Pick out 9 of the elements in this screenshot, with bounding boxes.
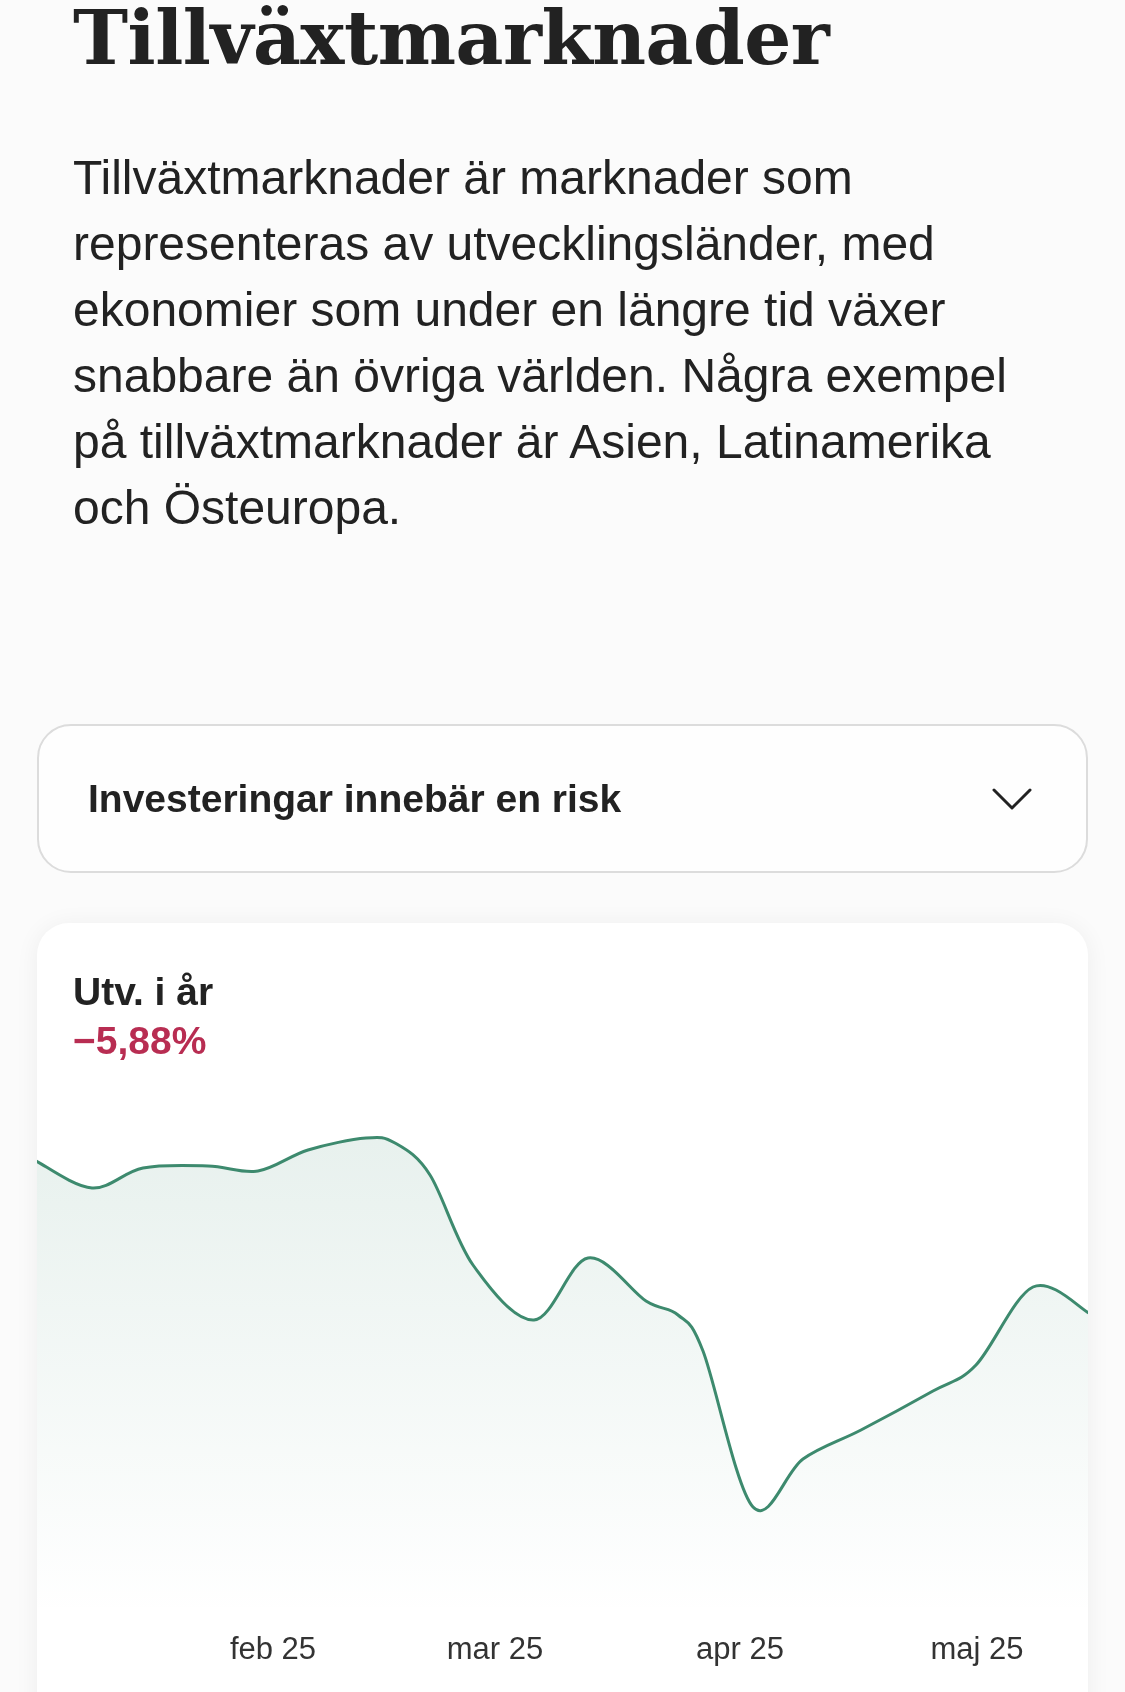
performance-value: −5,88% — [73, 1018, 207, 1064]
month-label: maj 25 — [930, 1631, 1024, 1666]
month-label: feb 25 — [229, 1631, 317, 1666]
description-text: Tillväxtmarknader är marknader som representeras av utvecklingsländer, med ekonomier som under en längre tid växer snabbare än övriga världen. Några exempel på tillväxtmarknader är Asien, Latinamerika och Östeuropa. — [73, 150, 1008, 536]
month-label: apr 25 — [696, 1631, 784, 1666]
month-label: mar 25 — [446, 1631, 544, 1666]
performance-label: Utv. i år — [73, 969, 214, 1015]
risk-disclosure-toggle[interactable]: Investeringar innebär en risk — [37, 724, 1088, 873]
page-heading: Tillväxtmarknader — [73, 0, 830, 76]
